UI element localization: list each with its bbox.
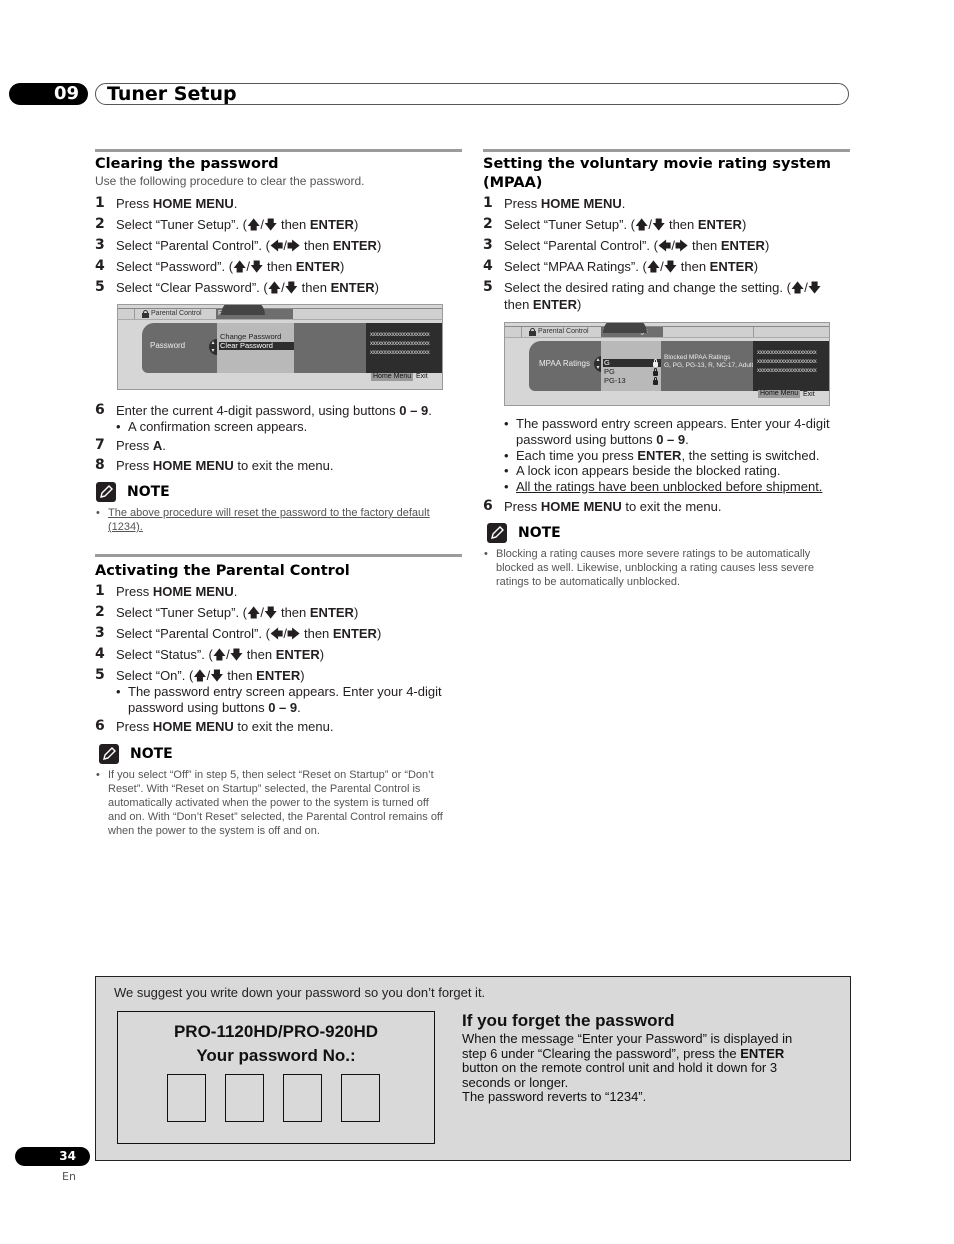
- osd-option: Change Password: [220, 332, 282, 341]
- memo-suggestion: We suggest you write down your password …: [114, 985, 486, 1000]
- osd-exit-label: Exit: [803, 391, 815, 398]
- section-title-mpaa-line2: (MPAA): [483, 175, 543, 191]
- step-number: 7: [95, 437, 105, 453]
- note-heading: NOTE: [99, 744, 173, 764]
- step-number: 8: [95, 457, 105, 473]
- step-number: 2: [95, 604, 105, 620]
- pencil-icon: [96, 482, 116, 502]
- step-number: 1: [95, 195, 105, 211]
- page-number: 34: [15, 1147, 90, 1166]
- lock-icon: [653, 377, 658, 385]
- step-number: 1: [95, 583, 105, 599]
- osd-panel-label: MPAA Ratings: [539, 359, 590, 368]
- note-text: • Blocking a rating causes more severe r…: [484, 548, 814, 588]
- note-heading: NOTE: [487, 523, 561, 543]
- step-number: 6: [483, 498, 493, 514]
- password-digit-box[interactable]: [167, 1074, 206, 1122]
- section-divider: [483, 149, 850, 152]
- step-number: 3: [483, 237, 493, 253]
- osd-rating-list: G PG PG-13: [601, 341, 661, 391]
- padlock-icon: [142, 310, 149, 318]
- lock-icon: [653, 359, 658, 367]
- password-digit-box[interactable]: [225, 1074, 264, 1122]
- page-language: En: [62, 1170, 76, 1183]
- step-number: 3: [95, 237, 105, 253]
- step-number: 4: [483, 258, 493, 274]
- step-number: 5: [95, 279, 105, 295]
- section-intro: Use the following procedure to clear the…: [95, 174, 365, 188]
- padlock-icon: [529, 328, 536, 336]
- osd-rating: PG: [603, 368, 661, 376]
- step-number: 4: [95, 258, 105, 274]
- left-right-arrows-icon: ◂ ▸: [603, 323, 647, 333]
- osd-screen-clear-password: Parental Control Password ◂ ▸ Password ▴…: [117, 304, 443, 390]
- osd-home-menu-button: Home Menu: [758, 390, 801, 398]
- osd-rating-selected: G: [603, 359, 661, 367]
- osd-top-bar: Parental Control MPAA Ratings: [505, 326, 829, 338]
- left-right-arrows-icon: ◂ ▸: [221, 305, 265, 315]
- osd-option-selected: Clear Password: [219, 342, 294, 350]
- section-divider: [95, 554, 462, 557]
- password-digit-box[interactable]: [283, 1074, 322, 1122]
- osd-info-panel: xxxxxxxxxxxxxxxxxxxxxx xxxxxxxxxxxxxxxxx…: [366, 323, 442, 373]
- step-number: 2: [95, 216, 105, 232]
- step-number: 6: [95, 718, 105, 734]
- osd-rating: PG-13: [603, 377, 661, 385]
- osd-tab-parental-control: Parental Control: [538, 328, 589, 335]
- step-number: 5: [483, 279, 493, 295]
- note-heading: NOTE: [96, 482, 170, 502]
- lock-icon: [653, 368, 658, 376]
- osd-exit-label: Exit: [416, 373, 428, 380]
- osd-top-bar: Parental Control Password: [118, 308, 442, 320]
- osd-info-panel: xxxxxxxxxxxxxxxxxxxxxx xxxxxxxxxxxxxxxxx…: [753, 341, 829, 391]
- osd-option-list: Change Password Clear Password: [217, 323, 294, 373]
- step-number: 4: [95, 646, 105, 662]
- osd-screen-mpaa-ratings: Parental Control MPAA Ratings ◂ ▸ MPAA R…: [504, 322, 830, 406]
- step-number: 2: [483, 216, 493, 232]
- pencil-icon: [487, 523, 507, 543]
- step-number: 1: [483, 195, 493, 211]
- pencil-icon: [99, 744, 119, 764]
- note-text: • The above procedure will reset the pas…: [96, 507, 430, 533]
- osd-blocked-panel: Blocked MPAA Ratings G, PG, PG-13, R, NC…: [661, 341, 766, 391]
- step-number: 5: [95, 667, 105, 683]
- forget-password-title: If you forget the password: [462, 1011, 675, 1030]
- section-divider: [95, 149, 462, 152]
- osd-panel-label: Password: [150, 341, 186, 350]
- chapter-number-badge: 09: [9, 83, 88, 105]
- section-title-mpaa: Setting the voluntary movie rating syste…: [483, 156, 831, 172]
- model-name: PRO-1120HD/PRO-920HD: [173, 1022, 379, 1041]
- step-number: 3: [95, 625, 105, 641]
- chapter-title: Tuner Setup: [107, 83, 237, 105]
- osd-home-menu-button: Home Menu: [371, 373, 414, 381]
- section-title-activating: Activating the Parental Control: [95, 563, 350, 579]
- step-number: 6: [95, 402, 105, 418]
- password-digit-box[interactable]: [341, 1074, 380, 1122]
- note-text: • If you select “Off” in step 5, then se…: [96, 769, 443, 837]
- password-label: Your password No.:: [196, 1046, 356, 1065]
- forget-password-body: When the message “Enter your Password” i…: [462, 1031, 793, 1104]
- section-title-clearing: Clearing the password: [95, 156, 279, 172]
- osd-tab-parental-control: Parental Control: [151, 310, 202, 317]
